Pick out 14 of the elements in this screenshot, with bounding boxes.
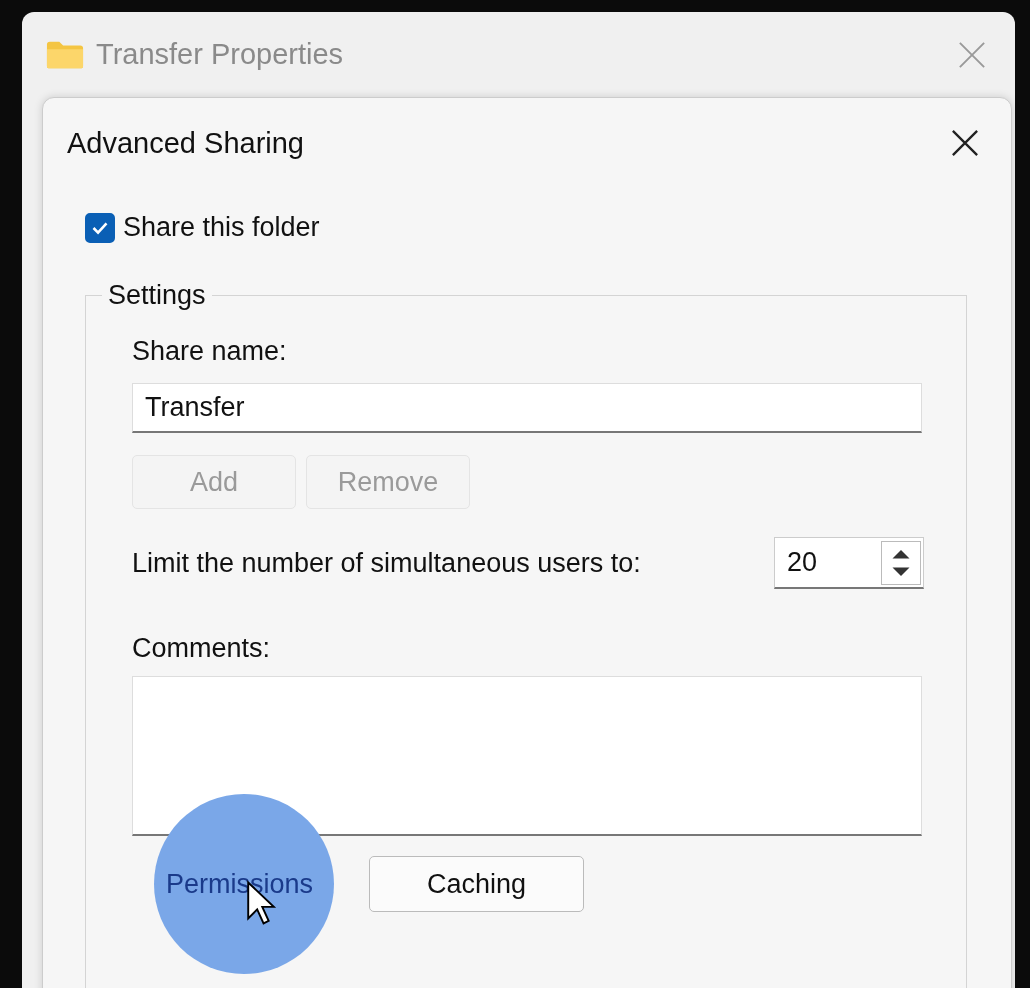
user-limit-label: Limit the number of simultaneous users to: — [132, 547, 641, 579]
checkbox[interactable] — [85, 212, 115, 243]
comments-label: Comments: — [132, 633, 272, 664]
dialog-title: Advanced Sharing — [67, 126, 305, 160]
comments-field[interactable] — [132, 676, 922, 836]
dialog-button[interactable]: Caching — [369, 856, 584, 912]
share-name-field[interactable]: Transfer — [132, 383, 922, 433]
checkbox-label: Share this folder — [123, 212, 320, 243]
user-limit-spinner[interactable]: 20 — [774, 537, 924, 589]
folder-icon — [46, 39, 84, 70]
window-title: Transfer Properties — [96, 38, 345, 71]
share-name-label: Share name: — [132, 336, 288, 367]
close-icon[interactable] — [951, 129, 979, 157]
dialog-button[interactable]: Permissions — [132, 856, 347, 912]
